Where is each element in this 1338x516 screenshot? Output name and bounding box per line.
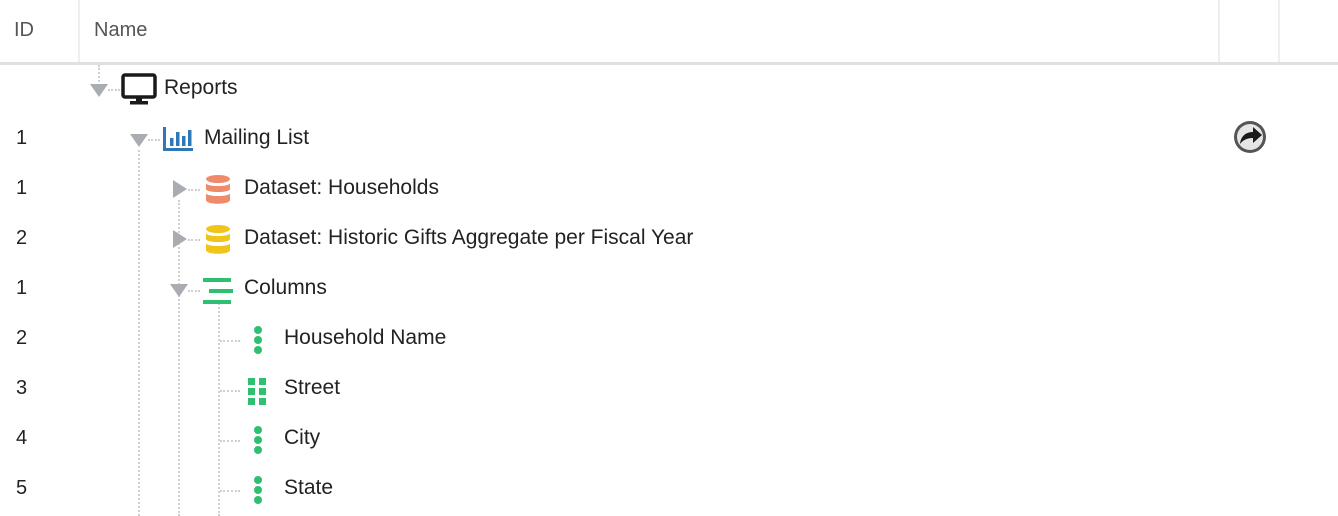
tree-node-label: State <box>284 476 334 499</box>
row-id: 4 <box>16 427 28 449</box>
tree-node-label: Dataset: Households <box>244 176 439 199</box>
tree-row-mailing-list[interactable]: 1 Mailing List <box>0 115 1338 165</box>
column-header-extra <box>1220 0 1280 62</box>
tree-row-state[interactable]: 5 State <box>0 465 1338 515</box>
monitor-icon <box>121 73 157 105</box>
column-header-name[interactable]: Name <box>80 0 1220 62</box>
row-id: 1 <box>16 127 28 149</box>
vertical-dots-icon <box>254 476 262 504</box>
vertical-dots-icon <box>254 326 262 354</box>
column-header-id[interactable]: ID <box>0 0 80 62</box>
expand-toggle-icon[interactable] <box>169 229 189 249</box>
tree-node-label: Columns <box>244 276 327 299</box>
column-header-id-label: ID <box>14 19 34 41</box>
expand-toggle-icon[interactable] <box>169 179 189 199</box>
tree-node-label: Dataset: Historic Gifts Aggregate per Fi… <box>244 226 694 249</box>
tree-row-dataset-households[interactable]: 1 Dataset: Households <box>0 165 1338 215</box>
tree-node-label: Mailing List <box>204 126 310 149</box>
tree-row-household-name[interactable]: 2 Household Name <box>0 315 1338 365</box>
collapse-toggle-icon[interactable] <box>169 279 189 299</box>
tree-node-label: City <box>284 426 321 449</box>
column-header-name-label: Name <box>94 19 148 41</box>
row-id: 5 <box>16 477 28 499</box>
tree-row-street[interactable]: 3 Street <box>0 365 1338 415</box>
row-id: 2 <box>16 227 28 249</box>
tree-row-dataset-historic-gifts[interactable]: 2 Dataset: Historic Gifts Aggregate per … <box>0 215 1338 265</box>
tree-row-city[interactable]: 4 City <box>0 415 1338 465</box>
database-icon <box>206 175 230 204</box>
grid-dots-icon <box>248 378 266 405</box>
tree-node-label: Household Name <box>284 326 447 349</box>
tree-row-reports[interactable]: Reports <box>0 65 1338 115</box>
bar-chart-icon <box>163 127 193 151</box>
database-icon <box>206 225 230 254</box>
share-arrow-icon[interactable] <box>1233 120 1267 154</box>
row-id: 3 <box>16 377 28 399</box>
collapse-toggle-icon[interactable] <box>129 129 149 149</box>
collapse-toggle-icon[interactable] <box>89 79 109 99</box>
vertical-dots-icon <box>254 426 262 454</box>
row-id: 1 <box>16 177 28 199</box>
tree-node-label: Street <box>284 376 341 399</box>
grid-header: ID Name <box>0 0 1338 65</box>
tree-row-columns[interactable]: 1 Columns <box>0 265 1338 315</box>
row-id: 2 <box>16 327 28 349</box>
tree-node-label: Reports <box>164 76 238 99</box>
columns-icon <box>203 278 233 304</box>
row-id: 1 <box>16 277 28 299</box>
